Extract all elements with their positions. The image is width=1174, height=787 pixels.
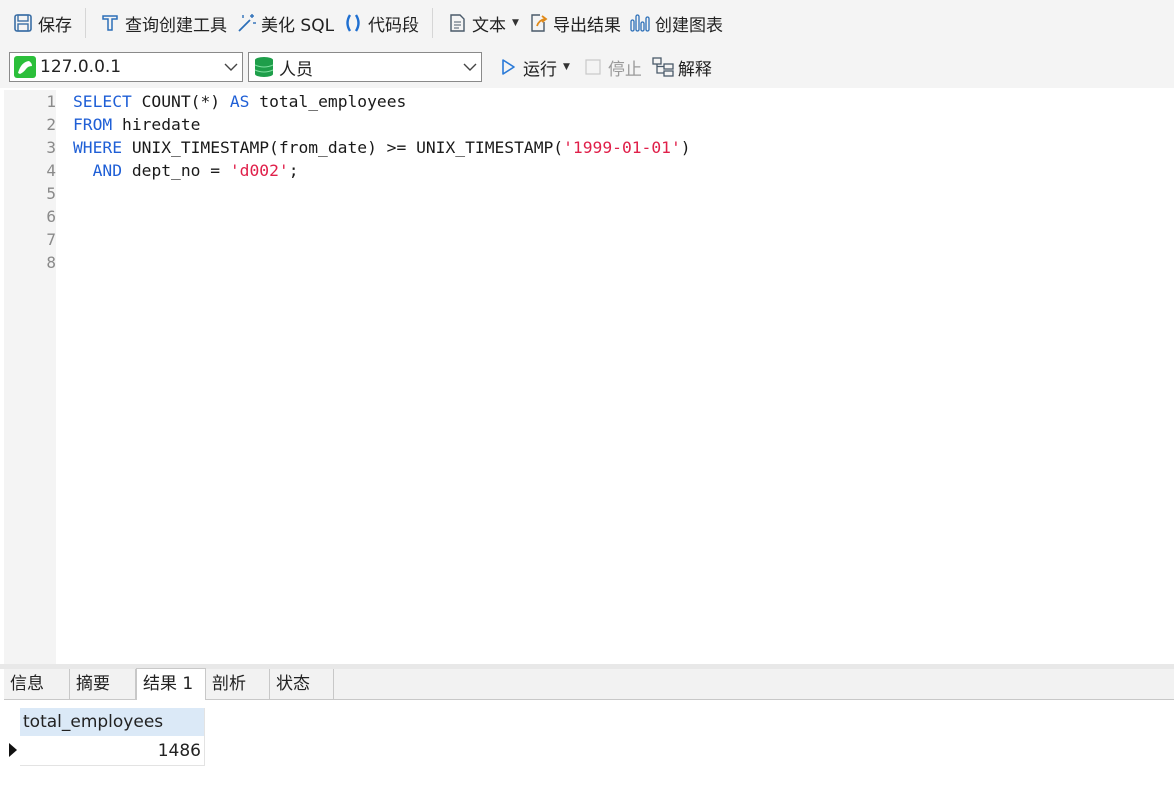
main-toolbar: 保存 查询创建工具 美化 SQL 代码段 文本 ▼ 导出结果 创建图表 [0, 0, 1174, 46]
save-button[interactable]: 保存 [8, 6, 76, 40]
sql-editor[interactable]: 1 2 3 4 5 6 7 8 SELECT COUNT(*) AS total_employ… [4, 90, 1174, 664]
save-icon [12, 12, 34, 34]
connection-value: 127.0.0.1 [40, 57, 122, 77]
line-number: 6 [46, 207, 56, 226]
sql-keyword: SELECT [73, 92, 132, 111]
tab-profile[interactable]: 剖析 [206, 669, 270, 699]
toolbar-divider [432, 8, 434, 38]
query-builder-button[interactable]: 查询创建工具 [95, 6, 231, 40]
code-line: SELECT COUNT(*) AS total_employees [73, 90, 691, 113]
line-number: 4 [46, 161, 56, 180]
line-number: 3 [46, 138, 56, 157]
code-snippet-button[interactable]: 代码段 [338, 6, 423, 40]
tab-status[interactable]: 状态 [270, 669, 334, 699]
line-number: 2 [46, 115, 56, 134]
tab-result-1-label: 结果 1 [143, 674, 194, 694]
mysql-connection-icon [14, 56, 36, 78]
explain-label: 解释 [677, 59, 712, 80]
database-select[interactable]: 人员 [248, 52, 482, 82]
current-row-indicator-icon [8, 742, 18, 758]
column-header-total-employees[interactable]: total_employees [20, 708, 205, 736]
database-value: 人员 [279, 59, 313, 80]
code-snippet-label: 代码段 [368, 15, 420, 36]
line-number: 1 [46, 92, 56, 111]
beautify-sql-label: 美化 SQL [261, 15, 335, 36]
code-area[interactable]: SELECT COUNT(*) AS total_employees FROM h… [73, 90, 691, 274]
explain-button[interactable]: 解释 [648, 50, 716, 84]
create-chart-label: 创建图表 [654, 15, 723, 36]
caret-down-icon: ▼ [512, 18, 519, 28]
sql-string: 'd002' [229, 161, 289, 180]
sql-keyword: WHERE [73, 138, 123, 157]
sql-keyword: AS [229, 92, 250, 111]
code-line: FROM hiredate [73, 113, 691, 136]
text-label: 文本 [472, 15, 507, 36]
tab-result-1[interactable]: 结果 1 [136, 668, 206, 700]
text-dropdown-button[interactable]: 文本 ▼ [442, 6, 523, 40]
connection-toolbar: 127.0.0.1 人员 运行 ▼ 停止 解释 [0, 46, 1174, 88]
create-chart-button[interactable]: 创建图表 [625, 6, 727, 40]
sql-token: UNIX_TIMESTAMP(from_date) >= UNIX_TIMEST… [122, 138, 564, 157]
line-number: 5 [46, 184, 56, 203]
code-line: AND dept_no = 'd002'; [73, 159, 691, 182]
chart-icon [629, 12, 651, 34]
export-icon [527, 12, 549, 34]
query-builder-icon [99, 12, 121, 34]
chevron-down-icon[interactable] [459, 62, 481, 72]
tab-summary[interactable]: 摘要 [70, 669, 136, 699]
explain-icon [652, 56, 674, 78]
result-tabs: 信息 摘要 结果 1 剖析 状态 [4, 668, 1174, 700]
save-label: 保存 [38, 15, 72, 36]
braces-icon [342, 12, 364, 34]
tab-profile-label: 剖析 [212, 674, 246, 694]
sql-token: COUNT(*) [131, 92, 230, 111]
line-number-gutter: 1 2 3 4 5 6 7 8 [4, 90, 56, 664]
beautify-sql-button[interactable]: 美化 SQL [231, 6, 338, 40]
sql-token: dept_no = [122, 161, 230, 180]
sql-keyword: AND [92, 161, 123, 180]
tab-info[interactable]: 信息 [4, 669, 70, 699]
sql-keyword: FROM [73, 115, 113, 134]
run-button[interactable]: 运行 ▼ [493, 50, 574, 84]
tab-status-label: 状态 [276, 674, 310, 694]
magic-wand-icon [235, 12, 257, 34]
connection-select[interactable]: 127.0.0.1 [9, 52, 243, 82]
document-icon [446, 12, 468, 34]
stop-icon [582, 56, 604, 78]
sql-token: ) [680, 138, 691, 157]
export-results-button[interactable]: 导出结果 [523, 6, 625, 40]
line-number: 7 [46, 230, 56, 249]
stop-label: 停止 [607, 59, 642, 80]
export-results-label: 导出结果 [552, 15, 621, 36]
sql-token: total_employees [249, 92, 407, 111]
sql-token: hiredate [112, 115, 201, 134]
tab-info-label: 信息 [10, 674, 44, 694]
toolbar-divider [85, 8, 86, 38]
sql-token: ; [288, 161, 299, 180]
sql-string: '1999-01-01' [563, 138, 681, 157]
code-line: WHERE UNIX_TIMESTAMP(from_date) >= UNIX_… [73, 136, 691, 159]
tab-summary-label: 摘要 [76, 674, 110, 694]
result-cell[interactable]: 1486 [20, 736, 205, 766]
result-grid: total_employees 1486 [4, 700, 1174, 787]
chevron-down-icon[interactable] [220, 62, 242, 72]
line-number: 8 [46, 253, 56, 272]
caret-down-icon: ▼ [563, 62, 570, 72]
database-icon [253, 56, 275, 78]
run-label: 运行 [523, 59, 557, 80]
query-builder-label: 查询创建工具 [125, 15, 227, 36]
stop-button[interactable]: 停止 [578, 50, 646, 84]
play-icon [497, 56, 519, 78]
